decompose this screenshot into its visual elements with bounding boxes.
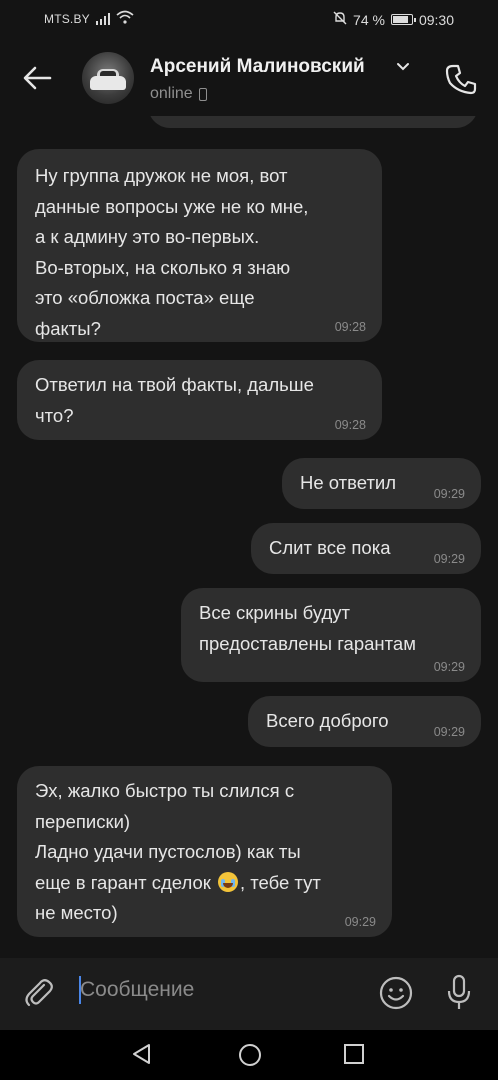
message-time: 09:29 xyxy=(433,725,465,739)
message-incoming[interactable]: Ответил на твой факты, дальше что? 09:28 xyxy=(17,360,382,440)
message-text: Ответил на твой факты, дальше что? xyxy=(35,374,314,426)
message-time: 09:29 xyxy=(344,915,376,929)
message-incoming[interactable]: Эх, жалко быстро ты слился с переписки) … xyxy=(17,766,392,937)
back-button[interactable] xyxy=(20,62,56,94)
message-incoming[interactable]: Ну группа дружок не моя, вот данные вопр… xyxy=(17,149,382,342)
message-time: 09:29 xyxy=(433,660,465,674)
signal-icon xyxy=(96,12,110,28)
avatar[interactable] xyxy=(82,52,134,104)
battery-icon xyxy=(390,14,416,25)
contact-status: online xyxy=(150,85,207,103)
chevron-down-icon[interactable] xyxy=(396,62,410,72)
message-input-bar: Сообщение xyxy=(0,958,498,1030)
mute-icon xyxy=(333,11,347,28)
microphone-icon xyxy=(447,974,471,1009)
online-label: online xyxy=(150,85,193,102)
message-time: 09:29 xyxy=(433,552,465,566)
chat-header: Арсений Малиновский online xyxy=(0,40,498,116)
system-nav-bar xyxy=(0,1030,498,1080)
attach-button[interactable] xyxy=(22,976,56,1010)
message-text: Эх, жалко быстро ты слился с переписки) … xyxy=(35,776,374,929)
message-text: Ну группа дружок не моя, вот данные вопр… xyxy=(35,165,309,339)
message-input[interactable]: Сообщение xyxy=(80,978,194,1002)
message-text: Все скрины будут предоставлены гарантам xyxy=(199,602,416,654)
crying-laughing-emoji-icon xyxy=(217,871,238,892)
status-right: 74 % 09:30 xyxy=(333,11,454,28)
voice-message-button[interactable] xyxy=(444,973,474,1013)
nav-home-icon[interactable] xyxy=(237,1042,263,1068)
paperclip-icon xyxy=(25,979,53,1007)
message-time: 09:28 xyxy=(334,418,366,432)
nav-recents-icon[interactable] xyxy=(343,1043,365,1065)
message-outgoing[interactable]: Все скрины будут предоставлены гарантам … xyxy=(181,588,481,682)
carrier-label: MTS.BY xyxy=(44,12,90,26)
wifi-icon xyxy=(116,10,134,27)
message-outgoing[interactable]: Всего доброго 09:29 xyxy=(248,696,481,747)
status-bar: MTS.BY 74 % 09:30 xyxy=(0,0,498,40)
message-time: 09:28 xyxy=(334,320,366,334)
clock: 09:30 xyxy=(418,11,454,28)
message-outgoing[interactable]: Слит все пока 09:29 xyxy=(251,523,481,574)
nav-back-icon[interactable] xyxy=(130,1042,154,1066)
call-button[interactable] xyxy=(444,62,478,96)
smiley-icon xyxy=(379,976,413,1010)
phone-icon xyxy=(445,64,477,95)
battery-percent: 74 % xyxy=(353,11,385,28)
contact-name[interactable]: Арсений Малиновский xyxy=(150,56,365,78)
message-time: 09:29 xyxy=(433,487,465,501)
mobile-device-icon xyxy=(198,87,207,101)
arrow-left-icon xyxy=(23,66,52,90)
message-outgoing[interactable]: Не ответил 09:29 xyxy=(282,458,481,509)
emoji-button[interactable] xyxy=(378,975,414,1011)
